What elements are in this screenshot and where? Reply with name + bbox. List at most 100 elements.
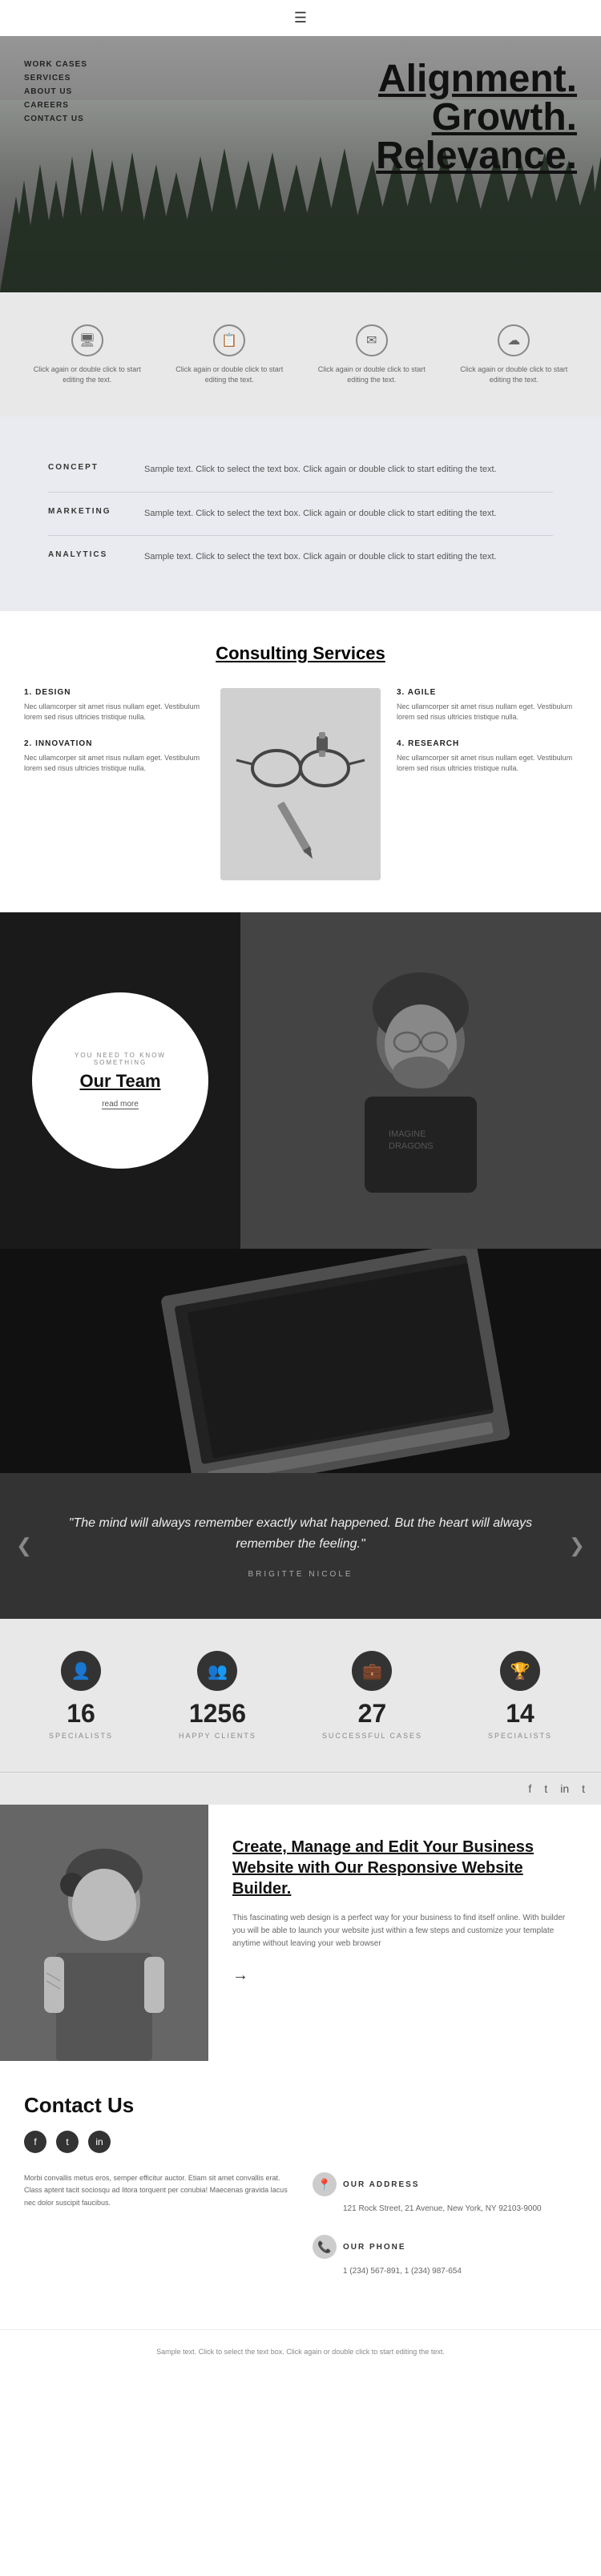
- consulting-block-heading-1: 2. INNOVATION: [24, 739, 204, 748]
- business-arrow[interactable]: →: [232, 1966, 248, 1984]
- service-row-2: ANALYTICS Sample text. Click to select t…: [48, 536, 553, 579]
- quote-arrow-right[interactable]: ❯: [569, 1535, 585, 1558]
- social-twitter-icon[interactable]: t: [544, 1782, 547, 1795]
- sidebar-nav: WORK CASES SERVICES ABOUT US CAREERS CON…: [24, 60, 87, 128]
- team-read-more[interactable]: read more: [102, 1100, 139, 1109]
- nav-about-us[interactable]: ABOUT US: [24, 87, 87, 96]
- stat-number-0: 16: [49, 1699, 113, 1729]
- stat-item-0: 👤 16 SPECIALISTS: [49, 1651, 113, 1740]
- contact-left: Morbi convallis metus eros, semper effic…: [24, 2172, 288, 2297]
- phone-label: OUR PHONE: [343, 2243, 406, 2252]
- consulting-block-heading-0: 1. DESIGN: [24, 688, 204, 697]
- service-row-1: MARKETING Sample text. Click to select t…: [48, 493, 553, 537]
- stat-item-3: 🏆 14 SPECIALISTS: [488, 1651, 552, 1740]
- service-desc-2: Sample text. Click to select the text bo…: [144, 550, 553, 565]
- consulting-block-text-2: Nec ullamcorper sit amet risus nullam eg…: [397, 702, 577, 723]
- phone-text: 1 (234) 567-891, 1 (234) 987-654: [343, 2265, 577, 2278]
- contact-social-twitter[interactable]: t: [56, 2131, 79, 2153]
- svg-text:IMAGINE: IMAGINE: [389, 1129, 426, 1139]
- social-tumblr-icon[interactable]: t: [582, 1782, 585, 1795]
- contact-left-text: Morbi convallis metus eros, semper effic…: [24, 2172, 288, 2209]
- icon-item-2: ✉ Click again or double click to start e…: [300, 316, 443, 392]
- contact-title: Contact Us: [24, 2093, 577, 2118]
- svg-text:DRAGONS: DRAGONS: [389, 1141, 434, 1151]
- icon-text-3: Click again or double click to start edi…: [451, 364, 578, 384]
- icon-text-0: Click again or double click to start edi…: [24, 364, 151, 384]
- services-table: CONCEPT Sample text. Click to select the…: [0, 417, 601, 611]
- nav-contact-us[interactable]: CONTACT US: [24, 115, 87, 123]
- consulting-right: 3. AGILE Nec ullamcorper sit amet risus …: [397, 688, 577, 880]
- icon-circle-0: 🖥: [71, 324, 103, 356]
- contact-social-instagram[interactable]: in: [88, 2131, 111, 2153]
- team-title: Our Team: [79, 1071, 160, 1092]
- icon-circle-2: ✉: [356, 324, 388, 356]
- contact-phone-block: 📞 OUR PHONE 1 (234) 567-891, 1 (234) 987…: [313, 2235, 577, 2278]
- business-right: Create, Manage and Edit Your Business We…: [208, 1805, 601, 2061]
- stats-section: 👤 16 SPECIALISTS 👥 1256 HAPPY CLIENTS 💼 …: [0, 1619, 601, 1772]
- stat-label-3: SPECIALISTS: [488, 1732, 552, 1740]
- quote-arrow-left[interactable]: ❮: [16, 1535, 32, 1558]
- stat-icon-2: 💼: [352, 1651, 392, 1691]
- contact-social-facebook[interactable]: f: [24, 2131, 46, 2153]
- business-desc: This fascinating web design is a perfect…: [232, 1912, 577, 1950]
- hero-section: WORK CASES SERVICES ABOUT US CAREERS CON…: [0, 36, 601, 292]
- footer-sample-text: Sample text. Click to select the text bo…: [24, 2346, 577, 2357]
- contact-socials: f t in: [24, 2131, 577, 2153]
- team-subtitle: YOU NEED TO KNOW SOMETHING: [48, 1052, 192, 1066]
- stat-label-2: SUCCESSFUL CASES: [322, 1732, 422, 1740]
- stat-icon-1: 👥: [197, 1651, 237, 1691]
- phone-icon: 📞: [313, 2235, 337, 2259]
- stat-label-1: HAPPY CLIENTS: [179, 1732, 256, 1740]
- nav-careers[interactable]: CAREERS: [24, 101, 87, 110]
- icon-item-0: 🖥 Click again or double click to start e…: [16, 316, 159, 392]
- nav-work-cases[interactable]: WORK CASES: [24, 60, 87, 69]
- icon-circle-1: 📋: [213, 324, 245, 356]
- consulting-block-text-1: Nec ullamcorper sit amet risus nullam eg…: [24, 753, 204, 775]
- consulting-block-text-3: Nec ullamcorper sit amet risus nullam eg…: [397, 753, 577, 775]
- team-left: YOU NEED TO KNOW SOMETHING Our Team read…: [0, 912, 240, 1249]
- hero-title: Alignment. Growth. Relevance.: [376, 60, 577, 175]
- icons-row: 🖥 Click again or double click to start e…: [0, 292, 601, 417]
- consulting-title: Consulting Services: [24, 643, 577, 664]
- consulting-image: [220, 688, 381, 880]
- hero-line3: Relevance.: [376, 135, 577, 177]
- consulting-block-1: 2. INNOVATION Nec ullamcorper sit amet r…: [24, 739, 204, 775]
- consulting-block-heading-3: 4. RESEARCH: [397, 739, 577, 748]
- team-right: IMAGINE DRAGONS: [240, 912, 601, 1249]
- nav-services[interactable]: SERVICES: [24, 74, 87, 83]
- nav-bar: ☰: [0, 0, 601, 36]
- contact-phone-header: 📞 OUR PHONE: [313, 2235, 577, 2259]
- icon-item-3: ☁ Click again or double click to start e…: [443, 316, 586, 392]
- stat-icon-3: 🏆: [500, 1651, 540, 1691]
- contact-section: Contact Us f t in Morbi convallis metus …: [0, 2061, 601, 2329]
- service-row-0: CONCEPT Sample text. Click to select the…: [48, 449, 553, 493]
- social-row: f t in t: [0, 1772, 601, 1805]
- icon-text-2: Click again or double click to start edi…: [309, 364, 435, 384]
- icon-item-1: 📋 Click again or double click to start e…: [159, 316, 301, 392]
- stat-icon-0: 👤: [61, 1651, 101, 1691]
- social-facebook-icon[interactable]: f: [528, 1782, 531, 1795]
- consulting-block-0: 1. DESIGN Nec ullamcorper sit amet risus…: [24, 688, 204, 723]
- icon-circle-3: ☁: [498, 324, 530, 356]
- hero-line1: Alignment.: [378, 58, 577, 100]
- consulting-block-2: 3. AGILE Nec ullamcorper sit amet risus …: [397, 688, 577, 723]
- hamburger-icon[interactable]: ☰: [294, 10, 307, 26]
- stat-item-2: 💼 27 SUCCESSFUL CASES: [322, 1651, 422, 1740]
- service-label-0: CONCEPT: [48, 463, 144, 477]
- contact-right: 📍 OUR ADDRESS 121 Rock Street, 21 Avenue…: [313, 2172, 577, 2297]
- stat-number-3: 14: [488, 1699, 552, 1729]
- quote-text: "The mind will always remember exactly w…: [64, 1513, 537, 1554]
- quote-author: BRIGITTE NICOLE: [248, 1570, 353, 1579]
- footer-section: Sample text. Click to select the text bo…: [0, 2329, 601, 2373]
- service-desc-1: Sample text. Click to select the text bo…: [144, 507, 553, 521]
- consulting-section: Consulting Services 1. DESIGN Nec ullamc…: [0, 611, 601, 912]
- service-label-2: ANALYTICS: [48, 550, 144, 565]
- consulting-block-text-0: Nec ullamcorper sit amet risus nullam eg…: [24, 702, 204, 723]
- consulting-block-3: 4. RESEARCH Nec ullamcorper sit amet ris…: [397, 739, 577, 775]
- consulting-block-heading-2: 3. AGILE: [397, 688, 577, 697]
- business-title: Create, Manage and Edit Your Business We…: [232, 1837, 577, 1899]
- service-desc-0: Sample text. Click to select the text bo…: [144, 463, 553, 477]
- social-instagram-icon[interactable]: in: [560, 1782, 569, 1795]
- stat-number-1: 1256: [179, 1699, 256, 1729]
- address-icon: 📍: [313, 2172, 337, 2196]
